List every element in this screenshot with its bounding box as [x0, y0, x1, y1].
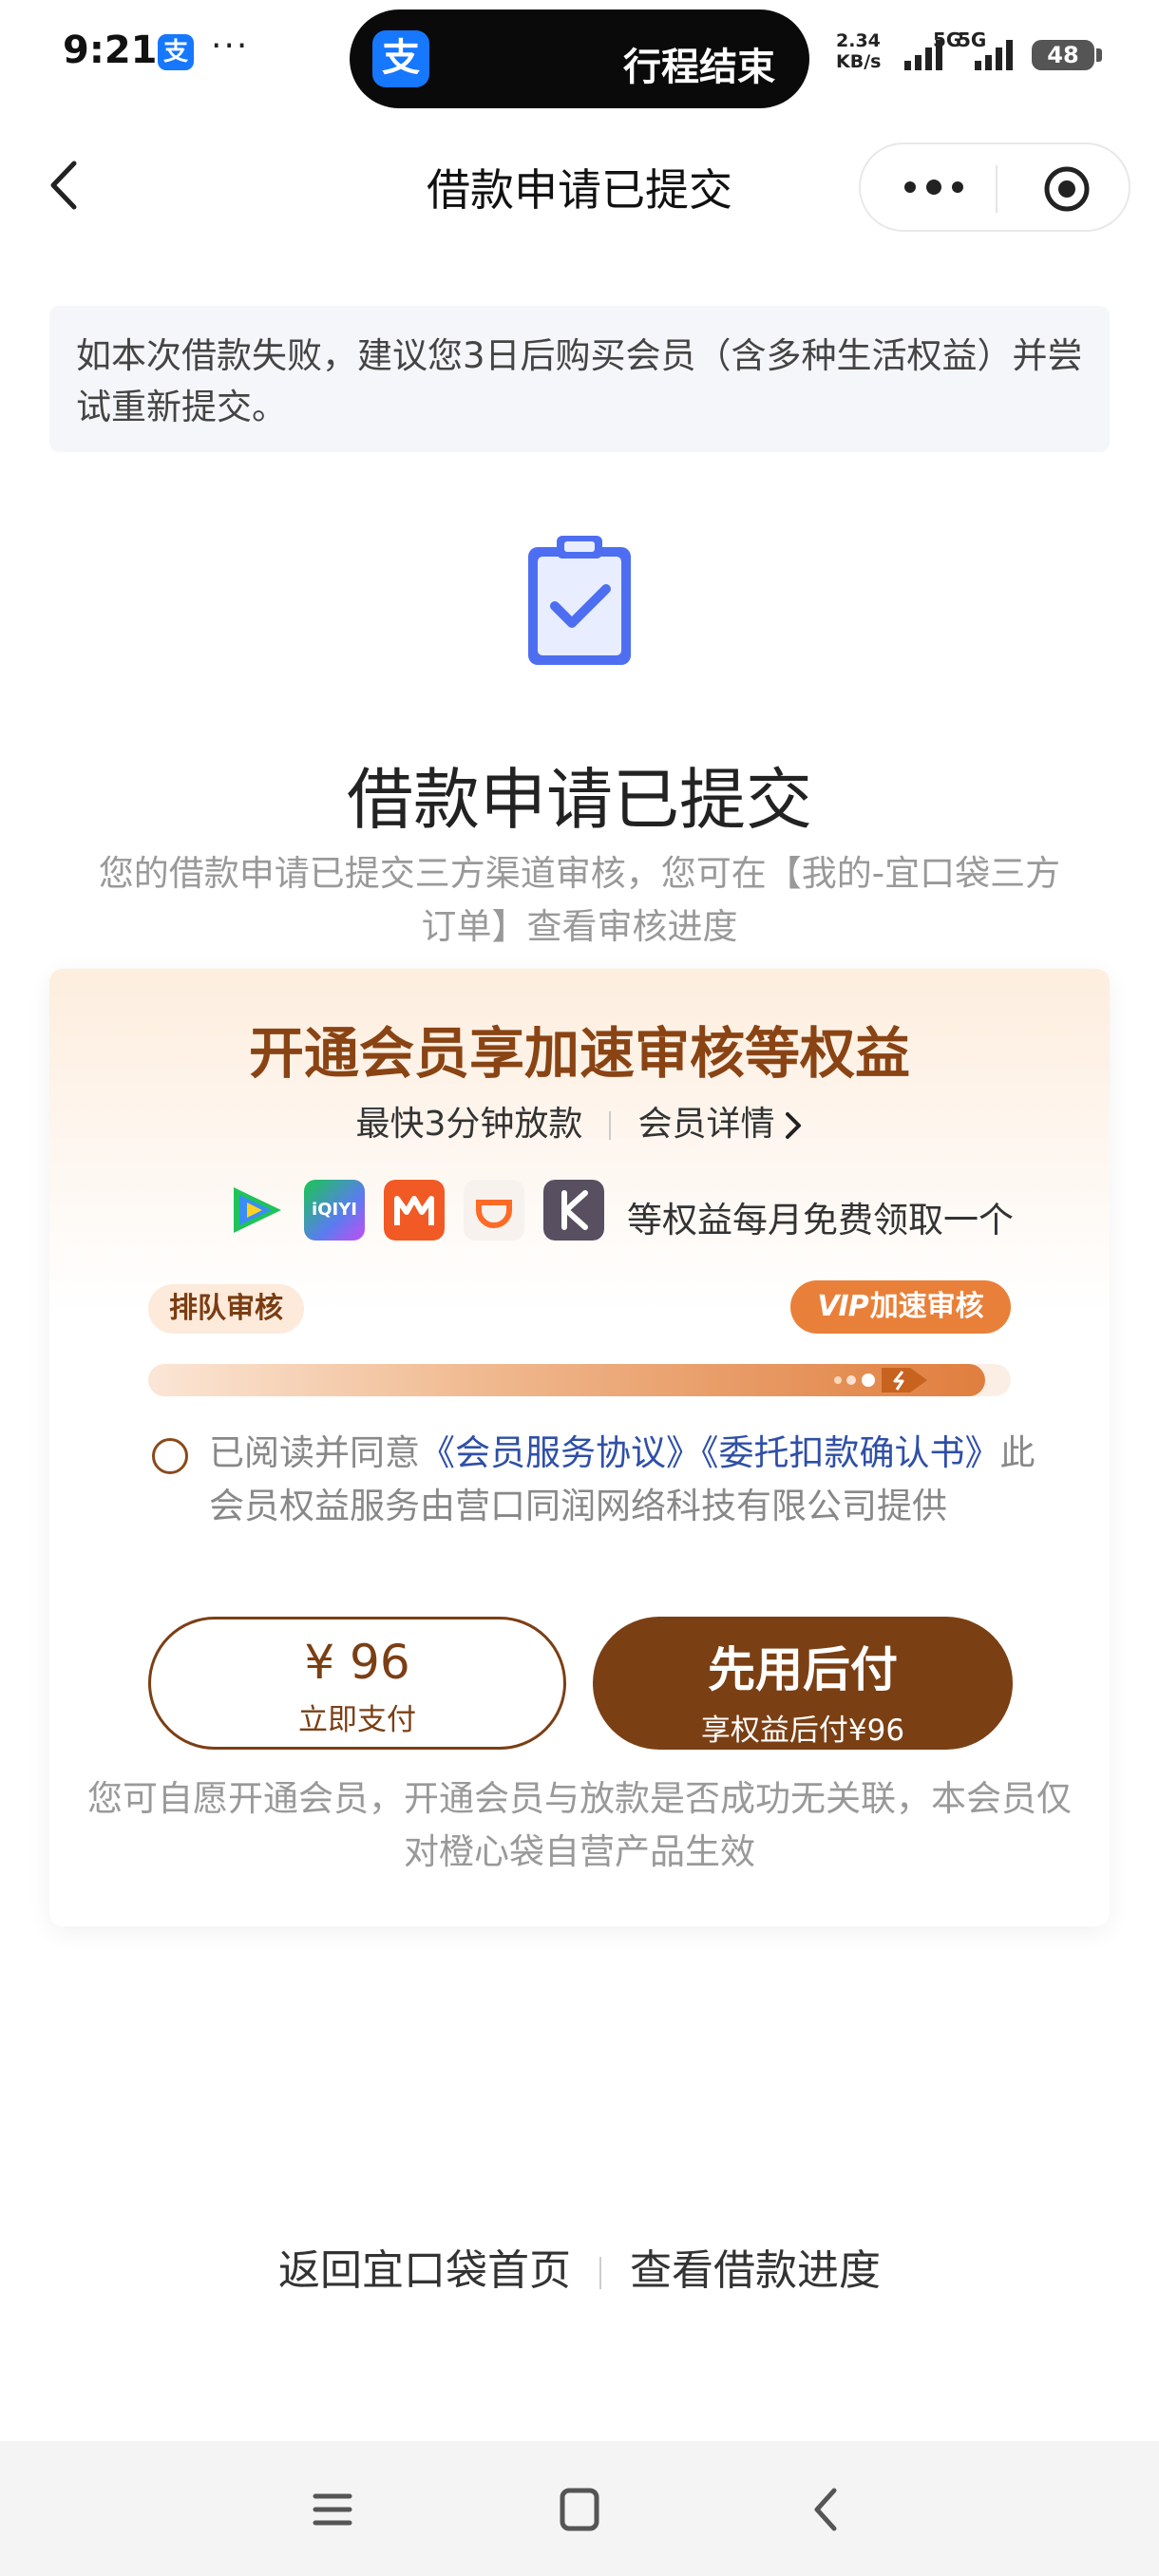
membership-card: 开通会员享加速审核等权益 最快3分钟放款 会员详情 iQIYI 等权益每月免费领取… [49, 969, 1110, 1926]
agreement-checkbox[interactable] [152, 1438, 188, 1474]
alipay-icon: 支 [372, 30, 429, 87]
view-loan-progress-link[interactable]: 查看借款进度 [630, 2246, 881, 2295]
member-service-agreement-link[interactable]: 《会员服务协议》 [420, 1432, 701, 1473]
queue-review-label: 排队审核 [148, 1284, 304, 1334]
member-details-link[interactable]: 会员详情 [637, 1105, 803, 1144]
vip-express-text: 加速审核 [869, 1290, 984, 1323]
dynamic-island[interactable]: 支 行程结束 [350, 9, 809, 108]
home-icon[interactable] [551, 2483, 608, 2536]
battery-icon: 48 [1032, 40, 1094, 70]
signal-icon-2 [975, 40, 1013, 70]
member-details-label: 会员详情 [637, 1105, 775, 1144]
didi-icon [464, 1180, 524, 1241]
membership-disclaimer: 您可自愿开通会员，开通会员与放款是否成功无关联，本会员仅对橙心袋自营产品生效 [87, 1778, 1072, 1872]
signal-icon [904, 40, 942, 70]
result-title: 借款申请已提交 [347, 761, 812, 839]
pay-now-label: 立即支付 [298, 1703, 416, 1737]
island-status-text: 行程结束 [623, 46, 775, 89]
network-speed: 2.34 KB/s [836, 30, 881, 72]
clipboard-check-icon [528, 536, 631, 665]
vip-express-review-label: VIP加速审核 [790, 1280, 1011, 1334]
system-back-icon[interactable] [800, 2483, 857, 2536]
back-to-home-link[interactable]: 返回宜口袋首页 [278, 2246, 571, 2295]
tencent-video-icon [234, 1187, 281, 1233]
network-speed-value: 2.34 [836, 30, 881, 51]
status-bar: 9:21 支 ··· 支 行程结束 2.34 KB/s 5G 5G 48 [0, 0, 1159, 114]
system-navigation-bar [0, 2441, 1159, 2576]
alipay-notification-icon: 支 [158, 34, 194, 70]
vip-badge: VIP [817, 1290, 868, 1323]
pay-amount: ¥ 96 [304, 1635, 410, 1690]
membership-subtitle: 最快3分钟放款 会员详情 [49, 1096, 1110, 1146]
more-notifications-icon: ··· [211, 27, 250, 66]
iqiyi-logo-text: iQIYI [312, 1200, 357, 1220]
agreement-prefix: 已阅读并同意 [209, 1432, 420, 1473]
miniapp-capsule [859, 142, 1130, 232]
agreement-text: 已阅读并同意《会员服务协议》《委托扣款确认书》此会员权益服务由营口同润网络科技有… [209, 1427, 1045, 1533]
more-options-icon[interactable] [901, 177, 967, 198]
battery-tip [1096, 48, 1102, 62]
pay-later-button[interactable]: 先用后付 享权益后付¥96 [593, 1617, 1013, 1750]
status-time: 9:21 [63, 28, 158, 72]
network-speed-unit: KB/s [836, 51, 882, 72]
benefits-description: 等权益每月免费领取一个 [627, 1200, 1014, 1241]
mango-tv-icon [384, 1180, 445, 1241]
debit-authorization-link[interactable]: 《委托扣款确认书》 [701, 1432, 1000, 1473]
chevron-right-icon [786, 1112, 802, 1139]
keep-icon [543, 1180, 604, 1241]
iqiyi-icon: iQIYI [304, 1180, 365, 1241]
capsule-divider [996, 165, 998, 213]
close-miniapp-icon[interactable] [1043, 165, 1091, 213]
bottom-links: 返回宜口袋首页 查看借款进度 [0, 2236, 1159, 2297]
pay-later-title: 先用后付 [708, 1642, 898, 1697]
menu-icon[interactable] [304, 2483, 361, 2536]
fast-release-text: 最快3分钟放款 [355, 1105, 583, 1144]
divider [609, 1111, 612, 1140]
pay-later-subtitle: 享权益后付¥96 [700, 1714, 905, 1748]
rocket-icon [834, 1368, 927, 1392]
pay-now-button[interactable]: ¥ 96 立即支付 [148, 1617, 566, 1750]
membership-title: 开通会员享加速审核等权益 [248, 1021, 910, 1086]
retry-notice: 如本次借款失败，建议您3日后购买会员（含多种生活权益）并尝试重新提交。 [49, 306, 1110, 452]
result-description: 您的借款申请已提交三方渠道审核，您可在【我的-宜口袋三方订单】查看审核进度 [98, 853, 1061, 947]
divider [599, 2257, 601, 2289]
